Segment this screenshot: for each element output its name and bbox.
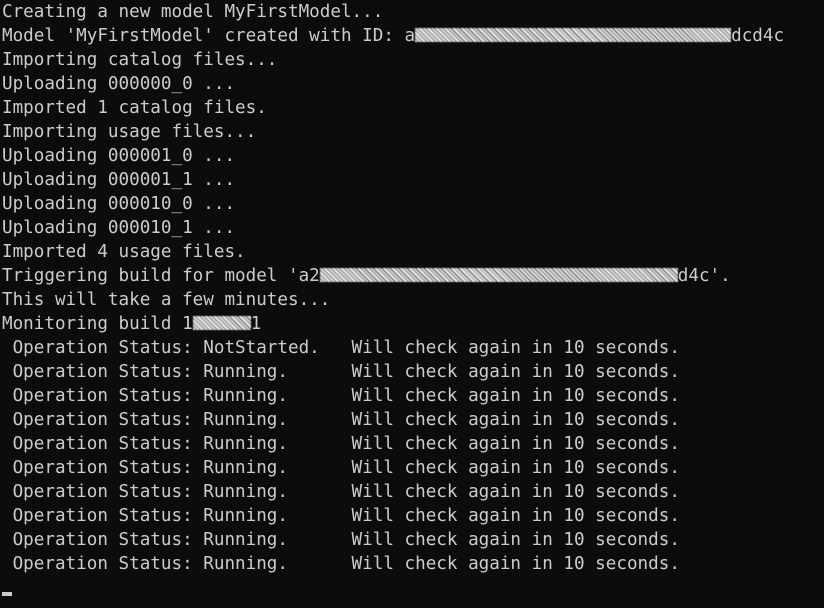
console-line: Creating a new model MyFirstModel... bbox=[2, 2, 384, 22]
console-line: Importing catalog files... bbox=[2, 50, 278, 70]
console-line: Triggering build for model 'a2 d4c'. bbox=[2, 264, 824, 288]
console-line-prefix: Triggering build for model 'a2 bbox=[2, 266, 320, 286]
console-line: Operation Status: Running. Will check ag… bbox=[2, 530, 680, 550]
console-line: Operation Status: Running. Will check ag… bbox=[2, 410, 680, 430]
console-line: Operation Status: Running. Will check ag… bbox=[2, 362, 680, 382]
console-line: Uploading 000000_0 ... bbox=[2, 74, 236, 94]
console-line: Uploading 000010_1 ... bbox=[2, 218, 236, 238]
console-line: Uploading 000001_0 ... bbox=[2, 146, 236, 166]
console-line: Monitoring build 1 1 bbox=[2, 312, 824, 336]
console-line: Operation Status: Running. Will check ag… bbox=[2, 506, 680, 526]
redacted-id-block bbox=[415, 28, 732, 42]
console-line: Operation Status: Running. Will check ag… bbox=[2, 434, 680, 454]
redacted-id-block bbox=[319, 268, 678, 282]
text-cursor bbox=[2, 592, 12, 596]
console-line: Model 'MyFirstModel' created with ID: a d… bbox=[2, 24, 824, 48]
console-line: Imported 1 catalog files. bbox=[2, 98, 267, 118]
console-line-suffix: d4c'. bbox=[677, 266, 731, 286]
redacted-id-block bbox=[192, 316, 251, 330]
console-line: Operation Status: Running. Will check ag… bbox=[2, 554, 680, 574]
console-line: Uploading 000010_0 ... bbox=[2, 194, 236, 214]
console-line-suffix: 1 bbox=[250, 314, 262, 334]
console-line-prefix: Model 'MyFirstModel' created with ID: a bbox=[2, 26, 416, 46]
console-line: Uploading 000001_1 ... bbox=[2, 170, 236, 190]
console-line: Imported 4 usage files. bbox=[2, 242, 246, 262]
console-line-prefix: Monitoring build 1 bbox=[2, 314, 193, 334]
console-line-suffix: dcd4c bbox=[731, 26, 785, 46]
console-line: This will take a few minutes... bbox=[2, 290, 331, 310]
console-line: Operation Status: Running. Will check ag… bbox=[2, 386, 680, 406]
console-window[interactable]: Creating a new model MyFirstModel... Mod… bbox=[0, 0, 824, 608]
console-line: Operation Status: Running. Will check ag… bbox=[2, 458, 680, 478]
console-line: Operation Status: NotStarted. Will check… bbox=[2, 338, 680, 358]
console-line: Importing usage files... bbox=[2, 122, 257, 142]
console-line: Operation Status: Running. Will check ag… bbox=[2, 482, 680, 502]
